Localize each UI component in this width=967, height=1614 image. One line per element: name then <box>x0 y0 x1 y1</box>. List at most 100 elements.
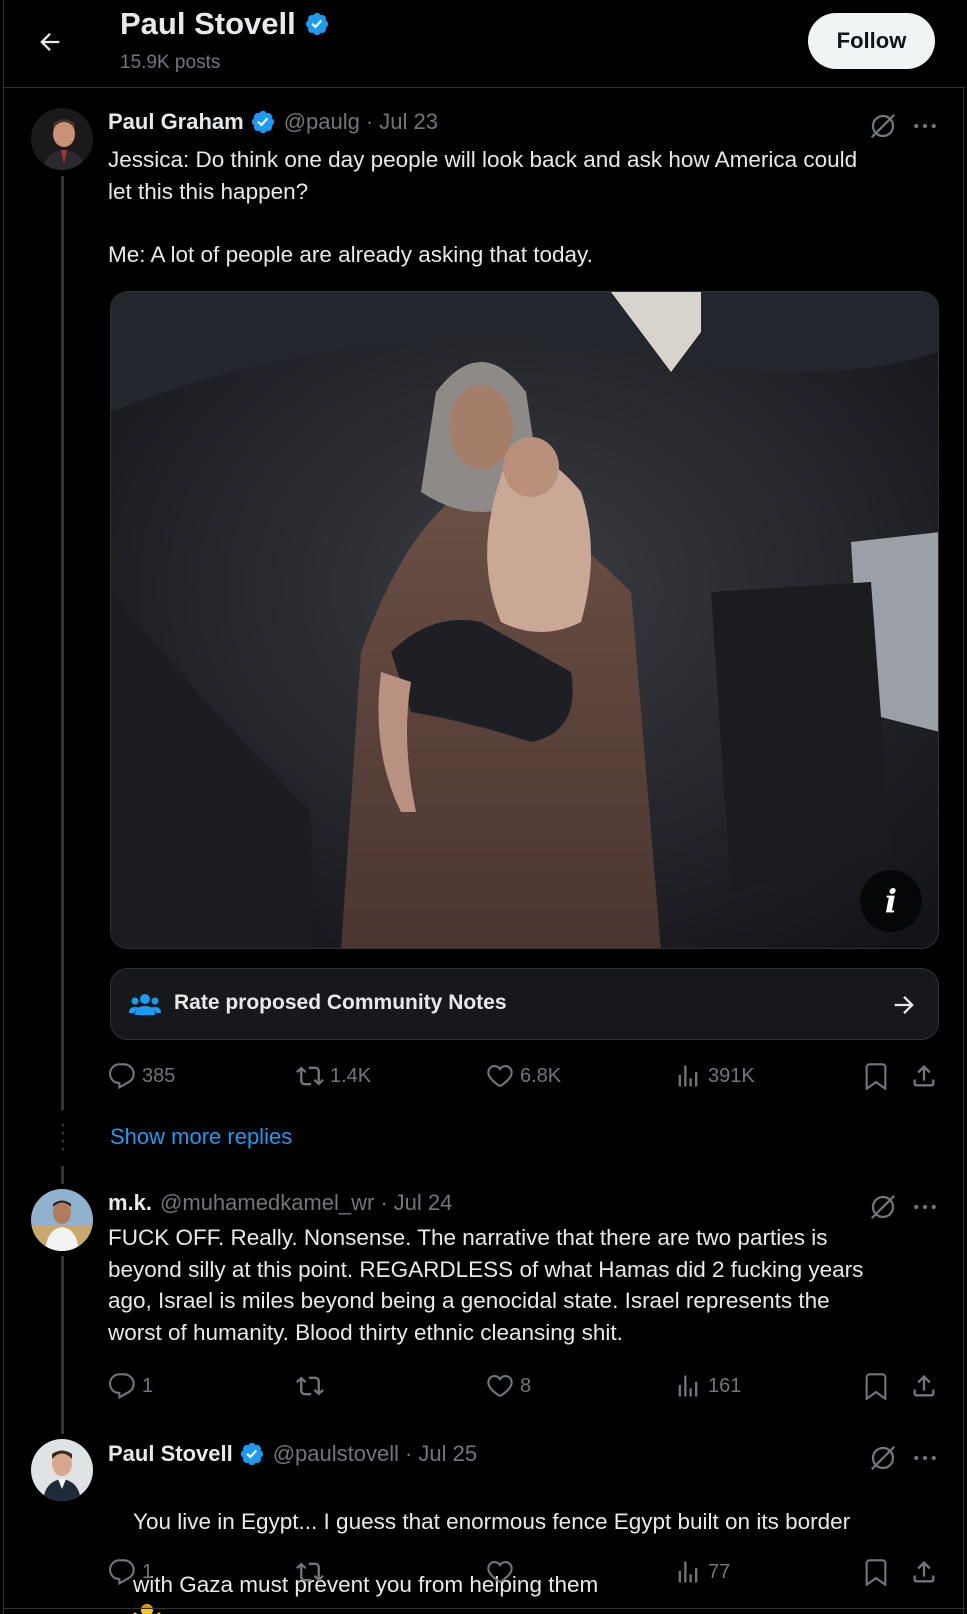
timeline-column: Paul Stovell 15.9K posts Follow Paul Gra… <box>3 0 965 1614</box>
avatar[interactable] <box>31 1189 93 1251</box>
divider <box>4 1608 965 1609</box>
arrow-right-icon <box>894 996 914 1014</box>
repost-icon <box>296 1066 324 1086</box>
share-icon <box>913 1065 935 1087</box>
views-icon <box>678 1375 698 1397</box>
reply-count: 1 <box>142 1374 154 1397</box>
bookmark-icon <box>865 1559 887 1586</box>
avatar-image <box>31 1439 93 1501</box>
like-count: 8 <box>520 1374 532 1397</box>
tweet-text: FUCK OFF. Really. Nonsense. The narrativ… <box>108 1225 864 1345</box>
reply-button[interactable]: 1 <box>108 1558 153 1586</box>
profile-name: Paul Stovell <box>120 6 296 41</box>
profile-header: Paul Stovell 15.9K posts Follow <box>4 0 965 88</box>
more-icon[interactable] <box>910 111 940 141</box>
arrow-left-icon <box>40 33 60 51</box>
thread-line <box>61 176 64 1110</box>
tweet-date[interactable]: Jul 25 <box>418 1441 477 1467</box>
people-icon <box>129 994 161 1015</box>
reply-count: 1 <box>142 1560 154 1583</box>
like-count: 6.8K <box>520 1064 562 1087</box>
info-button[interactable]: i <box>860 870 922 932</box>
avatar[interactable] <box>31 1439 93 1501</box>
bookmark-button[interactable] <box>862 1558 890 1586</box>
photo-image <box>111 292 938 948</box>
share-button[interactable] <box>910 1372 938 1400</box>
views-icon <box>678 1065 698 1087</box>
bookmark-icon <box>865 1373 887 1400</box>
tweet-date[interactable]: Jul 23 <box>379 109 438 135</box>
tweet-text: You live in Egypt... I guess that enormo… <box>108 1474 948 1614</box>
reply-icon <box>108 1559 135 1586</box>
verified-badge-icon <box>251 110 274 134</box>
like-button[interactable]: 6.8K <box>486 1062 561 1090</box>
reply-button[interactable]: 1 <box>108 1372 153 1400</box>
avatar-image <box>31 108 93 170</box>
back-button[interactable] <box>32 24 68 60</box>
views-button[interactable]: 391K <box>674 1062 755 1090</box>
page-title: Paul Stovell <box>120 6 330 42</box>
views-icon <box>678 1561 698 1583</box>
author-handle[interactable]: @muhamedkamel_wr <box>160 1190 374 1216</box>
reply-icon <box>108 1063 135 1090</box>
separator-dot: · <box>405 1441 413 1466</box>
avatar[interactable] <box>31 108 93 170</box>
tweet-text-line: with Gaza must prevent you from helping … <box>133 1571 599 1597</box>
follow-button[interactable]: Follow <box>808 13 935 69</box>
bookmark-button[interactable] <box>862 1372 890 1400</box>
tweet-photo[interactable]: i <box>110 291 939 949</box>
repost-icon <box>296 1376 324 1396</box>
community-notes-label: Rate proposed Community Notes <box>174 991 507 1014</box>
tweet-header: Paul Stovell @paulstovell · Jul 25 <box>108 1441 477 1467</box>
views-count: 77 <box>708 1560 731 1583</box>
repost-button[interactable] <box>296 1558 330 1586</box>
separator-dot: · <box>365 109 374 134</box>
verified-badge-icon <box>240 1442 263 1466</box>
heart-icon <box>487 1375 513 1398</box>
thread-dots <box>61 1123 65 1151</box>
author-name[interactable]: m.k. <box>108 1190 152 1216</box>
grok-icon[interactable] <box>868 111 898 141</box>
bookmark-icon <box>865 1063 887 1090</box>
tweet-text-line: You live in Egypt... I guess that enormo… <box>133 1508 851 1534</box>
show-more-replies-link[interactable]: Show more replies <box>110 1124 292 1150</box>
reply-button[interactable]: 385 <box>108 1062 175 1090</box>
views-button[interactable]: 161 <box>674 1372 741 1400</box>
reply-count: 385 <box>142 1064 176 1087</box>
reply-icon <box>108 1373 135 1400</box>
bookmark-button[interactable] <box>862 1062 890 1090</box>
posts-count: 15.9K posts <box>120 52 221 73</box>
thread-line <box>61 1166 64 1184</box>
repost-icon <box>296 1562 324 1582</box>
tweet-header: m.k. @muhamedkamel_wr · Jul 24 <box>108 1190 452 1216</box>
shrug-emoji-icon <box>133 1604 161 1614</box>
heart-icon <box>487 1561 513 1584</box>
grok-icon[interactable] <box>868 1443 898 1473</box>
avatar-image <box>31 1189 93 1251</box>
author-name[interactable]: Paul Stovell <box>108 1441 233 1467</box>
separator-dot: · <box>380 1190 388 1215</box>
author-name[interactable]: Paul Graham <box>108 109 244 135</box>
share-button[interactable] <box>910 1558 938 1586</box>
heart-icon <box>487 1065 513 1088</box>
author-handle[interactable]: @paulg <box>284 109 360 135</box>
grok-icon[interactable] <box>868 1192 898 1222</box>
more-icon[interactable] <box>910 1443 940 1473</box>
tweet-text: Jessica: Do think one day people will lo… <box>108 147 858 267</box>
community-notes-prompt[interactable]: Rate proposed Community Notes <box>110 968 939 1040</box>
more-icon[interactable] <box>910 1192 940 1222</box>
verified-badge-icon <box>305 12 328 36</box>
views-count: 161 <box>708 1374 742 1397</box>
author-handle[interactable]: @paulstovell <box>273 1441 399 1467</box>
like-button[interactable]: 8 <box>486 1372 531 1400</box>
views-count: 391K <box>708 1064 755 1087</box>
like-button[interactable] <box>486 1558 520 1586</box>
share-button[interactable] <box>910 1062 938 1090</box>
tweet-date[interactable]: Jul 24 <box>394 1190 453 1216</box>
repost-count: 1.4K <box>330 1064 372 1087</box>
thread-line <box>61 1256 64 1434</box>
tweet-header: Paul Graham @paulg · Jul 23 <box>108 109 438 135</box>
repost-button[interactable]: 1.4K <box>296 1062 371 1090</box>
views-button[interactable]: 77 <box>674 1558 730 1586</box>
repost-button[interactable] <box>296 1372 330 1400</box>
